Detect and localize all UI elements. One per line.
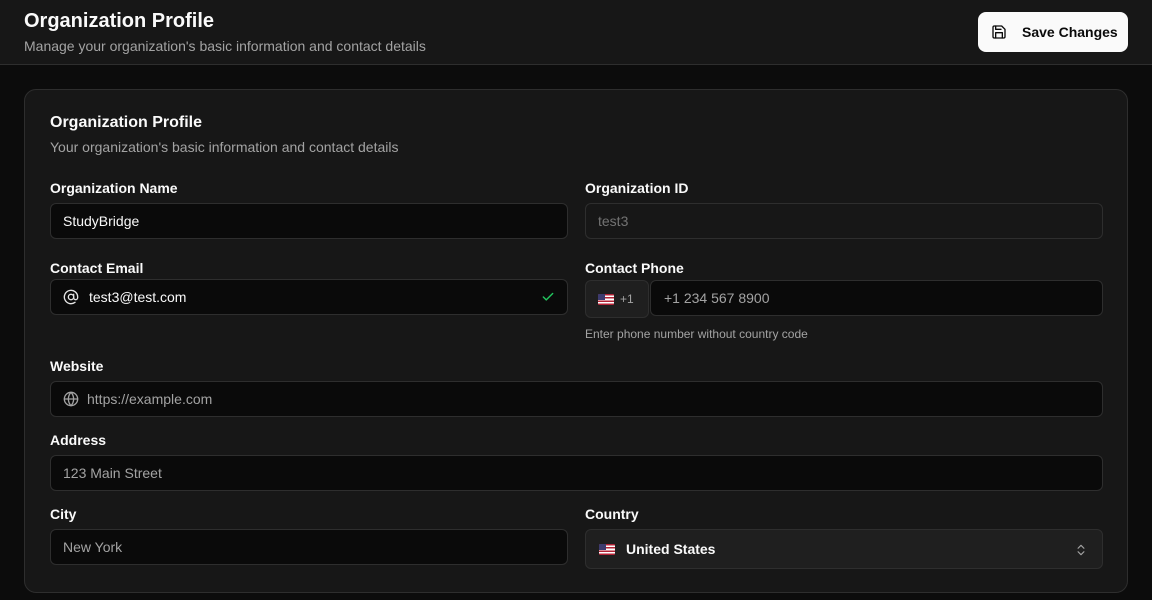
country-code-value: +1	[620, 292, 634, 306]
country-select[interactable]: United States	[585, 529, 1103, 569]
org-id-label: Organization ID	[585, 180, 689, 196]
org-name-input[interactable]: StudyBridge	[50, 203, 568, 239]
us-flag-icon	[599, 543, 615, 555]
us-flag-icon	[598, 293, 614, 305]
address-input[interactable]: 123 Main Street	[50, 455, 1103, 491]
address-placeholder: 123 Main Street	[63, 465, 162, 481]
save-changes-button[interactable]: Save Changes	[978, 12, 1128, 52]
globe-icon	[63, 391, 79, 407]
save-changes-label: Save Changes	[1022, 24, 1118, 40]
city-placeholder: New York	[63, 539, 123, 555]
contact-phone-hint: Enter phone number without country code	[585, 327, 808, 341]
organization-profile-card: Organization Profile Your organization's…	[24, 89, 1128, 593]
contact-phone-input[interactable]: +1 234 567 8900	[650, 280, 1103, 316]
city-label: City	[50, 506, 77, 522]
save-icon	[992, 25, 1006, 39]
contact-phone-placeholder: +1 234 567 8900	[664, 290, 770, 306]
country-label: Country	[585, 506, 639, 522]
org-name-label: Organization Name	[50, 180, 178, 196]
contact-email-label: Contact Email	[50, 260, 144, 276]
city-input[interactable]: New York	[50, 529, 568, 565]
contact-email-value: test3@test.com	[89, 289, 187, 305]
address-label: Address	[50, 432, 107, 448]
org-id-value: test3	[598, 213, 629, 229]
contact-email-input[interactable]: test3@test.com	[50, 279, 568, 315]
country-selected-value: United States	[626, 541, 716, 557]
card-title: Organization Profile	[50, 114, 203, 131]
page-subtitle: Manage your organization's basic informa…	[24, 38, 426, 54]
website-input[interactable]: https://example.com	[50, 381, 1103, 417]
contact-phone-label: Contact Phone	[585, 260, 684, 276]
chevron-up-down-icon	[1074, 542, 1088, 558]
page-title: Organization Profile	[24, 10, 215, 32]
country-code-button[interactable]: +1	[585, 280, 649, 318]
card-subtitle: Your organization's basic information an…	[50, 139, 399, 155]
check-icon	[541, 290, 555, 304]
page-header: Organization Profile Manage your organiz…	[0, 0, 1152, 65]
website-label: Website	[50, 358, 104, 374]
website-placeholder: https://example.com	[87, 391, 213, 407]
at-icon	[63, 289, 79, 305]
org-name-value: StudyBridge	[63, 213, 140, 229]
org-id-input: test3	[585, 203, 1103, 239]
